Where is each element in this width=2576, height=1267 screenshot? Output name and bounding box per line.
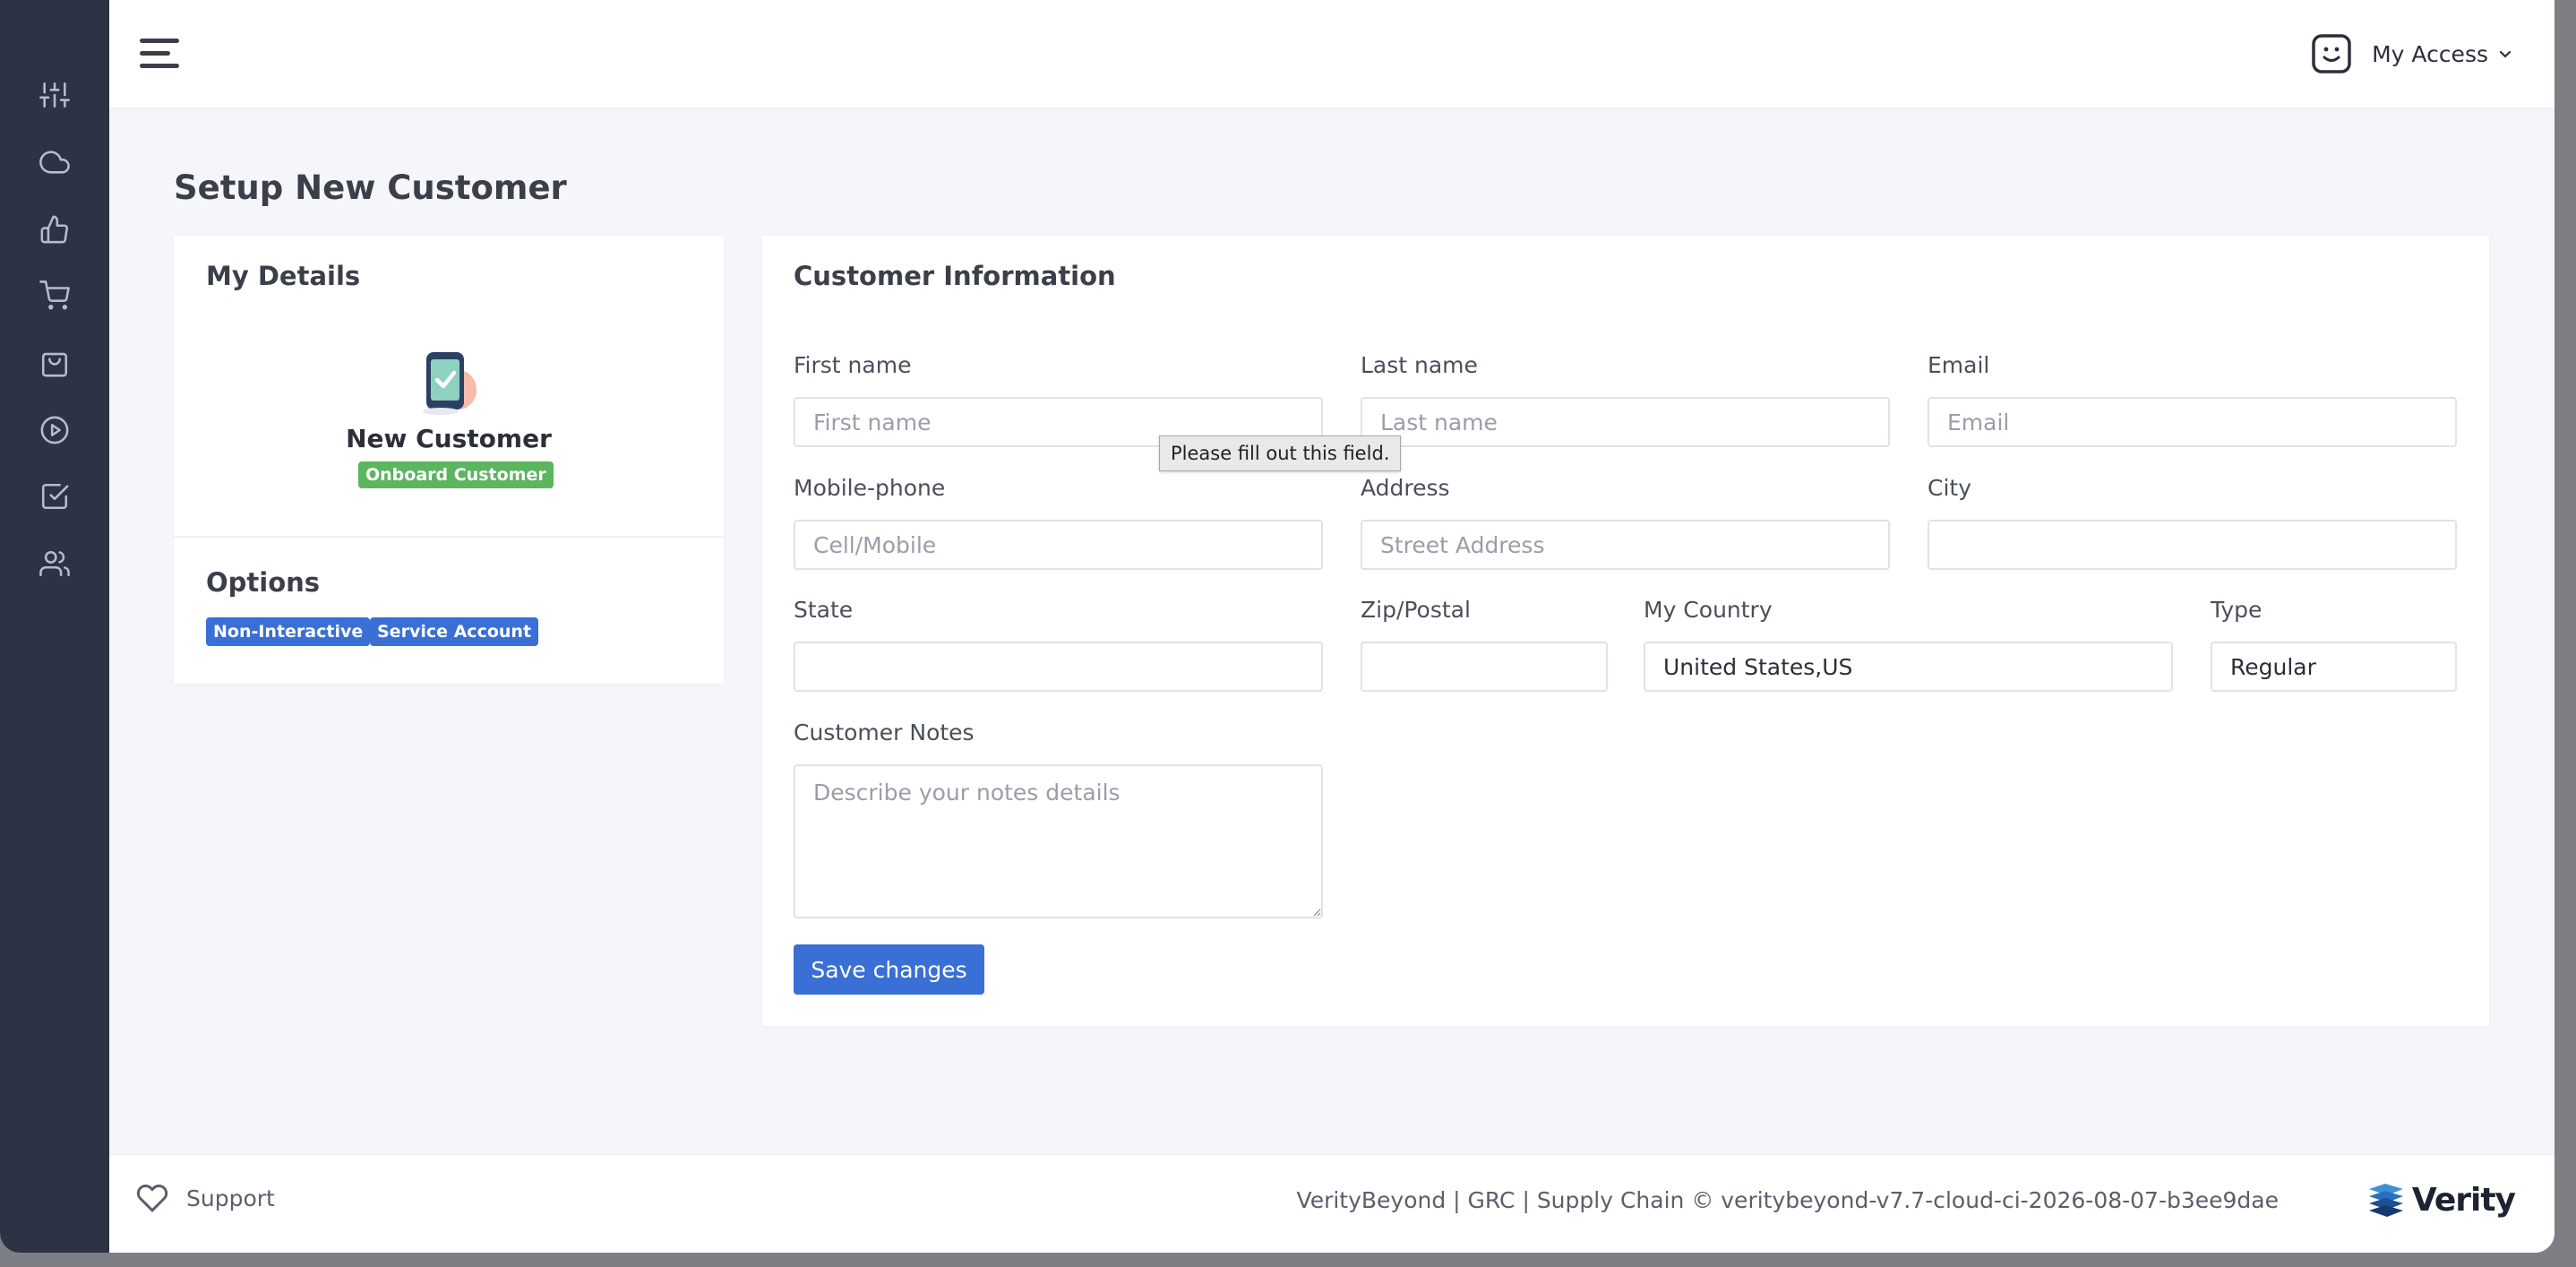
customer-information-heading: Customer Information (794, 261, 1116, 291)
check-square-icon (41, 483, 69, 510)
top-bar: My Access (109, 0, 2555, 108)
sidebar-item-settings[interactable] (37, 77, 73, 113)
heart-icon (136, 1185, 168, 1212)
option-badge-non-interactive: Non-Interactive (206, 617, 371, 646)
country-label: My Country (1644, 597, 1773, 623)
type-select[interactable]: Regular (2211, 642, 2457, 692)
mobile-phone-input[interactable] (794, 520, 1323, 570)
my-details-card: My Details New Customer Onboard Customer… (174, 236, 724, 684)
users-icon (39, 550, 70, 577)
hamburger-icon[interactable] (140, 36, 181, 72)
customer-information-card: Customer Information First name Last nam… (762, 236, 2489, 1026)
validation-tooltip: Please fill out this field. (1159, 435, 1402, 471)
customer-notes-label: Customer Notes (794, 720, 975, 746)
sidebar-item-shop[interactable] (37, 345, 73, 381)
customer-name: New Customer (346, 424, 552, 453)
status-badge: Onboard Customer (358, 461, 554, 488)
country-value: United States,US (1663, 653, 1853, 680)
my-details-heading: My Details (206, 261, 361, 291)
smiley-face-icon (2312, 34, 2351, 73)
city-input[interactable] (1928, 520, 2457, 570)
address-label: Address (1361, 475, 1450, 501)
chevron-down-icon (2499, 50, 2512, 58)
state-label: State (794, 597, 854, 623)
version-text: VerityBeyond | GRC | Supply Chain © veri… (1296, 1187, 2279, 1213)
type-label: Type (2211, 597, 2263, 623)
sidebar (0, 0, 109, 1253)
sidebar-item-approvals[interactable] (37, 211, 73, 247)
my-access-menu[interactable]: My Access (2311, 32, 2513, 75)
sidebar-item-cloud[interactable] (37, 144, 73, 180)
footer: Support VerityBeyond | GRC | Supply Chai… (109, 1154, 2555, 1253)
page-title: Setup New Customer (174, 168, 567, 207)
cart-icon (39, 280, 70, 310)
sliders-icon (39, 82, 70, 108)
options-heading: Options (206, 567, 321, 598)
sidebar-item-users[interactable] (37, 546, 73, 582)
customer-notes-textarea[interactable] (794, 764, 1323, 918)
email-label: Email (1928, 352, 1990, 378)
divider (174, 536, 724, 538)
last-name-label: Last name (1361, 352, 1478, 378)
shopping-bag-icon (41, 352, 68, 377)
sidebar-item-media[interactable] (37, 412, 73, 448)
country-select[interactable]: United States,US (1644, 642, 2173, 692)
my-access-label: My Access (2372, 40, 2488, 67)
type-value: Regular (2230, 653, 2316, 680)
city-label: City (1928, 475, 1971, 501)
mobile-phone-label: Mobile-phone (794, 475, 946, 501)
logo-text: Verity (2411, 1181, 2516, 1219)
thumbs-up-icon (40, 215, 68, 244)
support-link[interactable]: Support (136, 1182, 275, 1214)
save-button[interactable]: Save changes (794, 944, 984, 995)
phone-check-icon (423, 352, 477, 415)
address-input[interactable] (1361, 520, 1890, 570)
first-name-label: First name (794, 352, 912, 378)
zip-label: Zip/Postal (1361, 597, 1471, 623)
sidebar-item-tasks[interactable] (37, 478, 73, 514)
option-badge-service-account: Service Account (370, 617, 539, 646)
verity-logo-icon (2368, 1184, 2403, 1217)
last-name-input[interactable] (1361, 397, 1890, 447)
email-input[interactable] (1928, 397, 2457, 447)
zip-input[interactable] (1361, 642, 1608, 692)
sidebar-item-cart[interactable] (37, 278, 73, 314)
verity-logo: Verity (2366, 1180, 2516, 1220)
cloud-icon (39, 151, 70, 174)
state-input[interactable] (794, 642, 1323, 692)
support-label: Support (186, 1185, 275, 1211)
app-window: My Access Setup New Customer My Details … (0, 0, 2555, 1253)
play-circle-icon (40, 416, 69, 444)
